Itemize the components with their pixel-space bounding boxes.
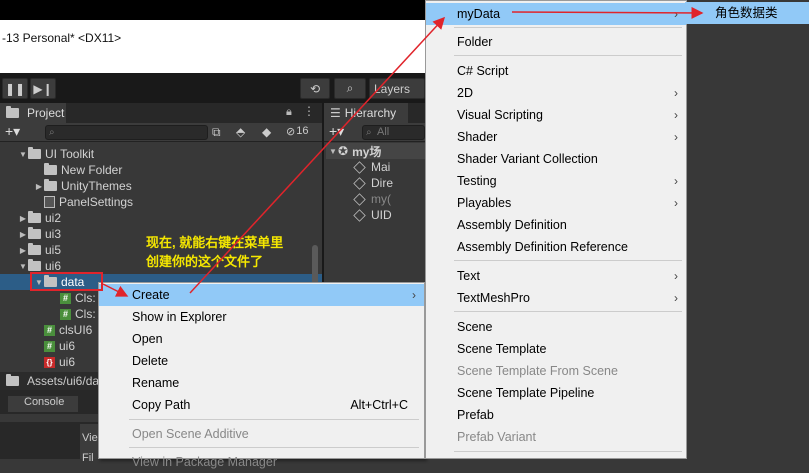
- annotation-arrow: [511, 6, 704, 19]
- annotation-arrow: [102, 283, 129, 297]
- annotation-arrow: [189, 16, 446, 294]
- annotation-arrows: [102, 6, 704, 297]
